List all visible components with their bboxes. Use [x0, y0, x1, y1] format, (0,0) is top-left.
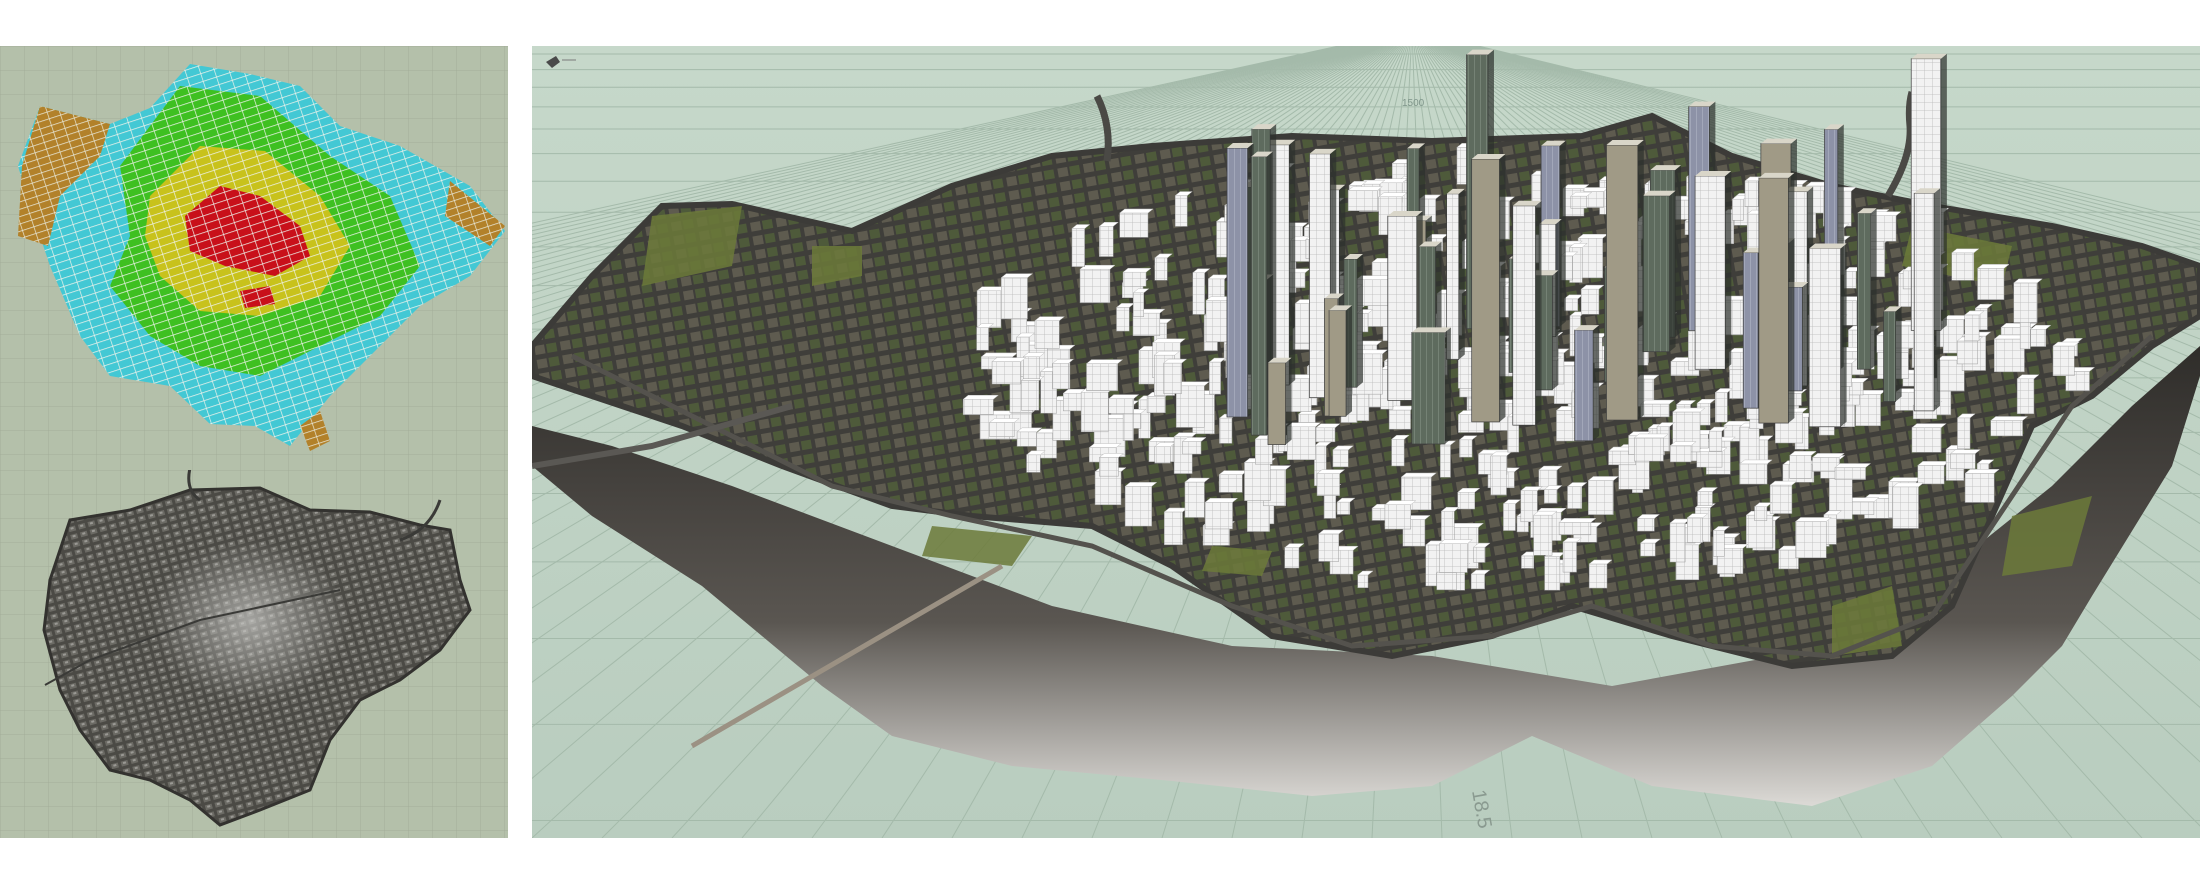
- skyscraper: [1328, 305, 1353, 417]
- midrise-block: [1079, 264, 1116, 304]
- midrise-block: [1640, 399, 1675, 418]
- city-3d-canvas: 1300 18.5 1500: [532, 46, 2200, 838]
- grid-label-north: 1500: [1402, 98, 1425, 109]
- skyscraper: [1857, 208, 1877, 370]
- midrise-block: [1558, 518, 1597, 536]
- skyscraper: [1883, 306, 1902, 402]
- skyscraper: [1411, 327, 1451, 445]
- skyscraper: [1471, 154, 1506, 423]
- midrise-block: [1085, 359, 1124, 392]
- skyscraper: [1808, 243, 1847, 428]
- midrise-block: [1119, 208, 1154, 238]
- midrise-block: [1286, 422, 1322, 460]
- midrise-block: [1080, 387, 1114, 433]
- zoning-map-canvas: [0, 46, 508, 470]
- skyscraper: [1694, 170, 1732, 370]
- skyscraper: [1642, 190, 1676, 353]
- midrise-block: [962, 395, 1000, 416]
- skyscraper: [1574, 325, 1600, 442]
- city-3d-viewport[interactable]: 1300 18.5 1500: [532, 46, 2200, 838]
- midrise-block: [1990, 416, 2029, 437]
- midrise-block: [1834, 463, 1872, 480]
- midrise-block: [1964, 469, 2000, 503]
- skyscraper: [1758, 172, 1795, 424]
- mesh-overview-viewport[interactable]: [0, 470, 508, 838]
- mesh-overview-canvas: [0, 470, 508, 838]
- midrise-block: [1794, 517, 1832, 559]
- skyscraper: [1512, 200, 1542, 426]
- skyscraper: [1226, 143, 1254, 418]
- midrise-block: [1438, 539, 1474, 573]
- midrise-block: [1347, 186, 1384, 211]
- midrise-block: [991, 357, 1027, 385]
- midrise-block: [1204, 498, 1239, 530]
- skyscraper: [1267, 357, 1292, 445]
- midrise-block: [1738, 459, 1773, 485]
- zoning-map-viewport[interactable]: [0, 46, 508, 470]
- midrise-block: [1633, 433, 1670, 462]
- skyscraper: [1913, 188, 1940, 412]
- midrise-block: [1911, 423, 1947, 453]
- skyscraper: [1606, 140, 1644, 421]
